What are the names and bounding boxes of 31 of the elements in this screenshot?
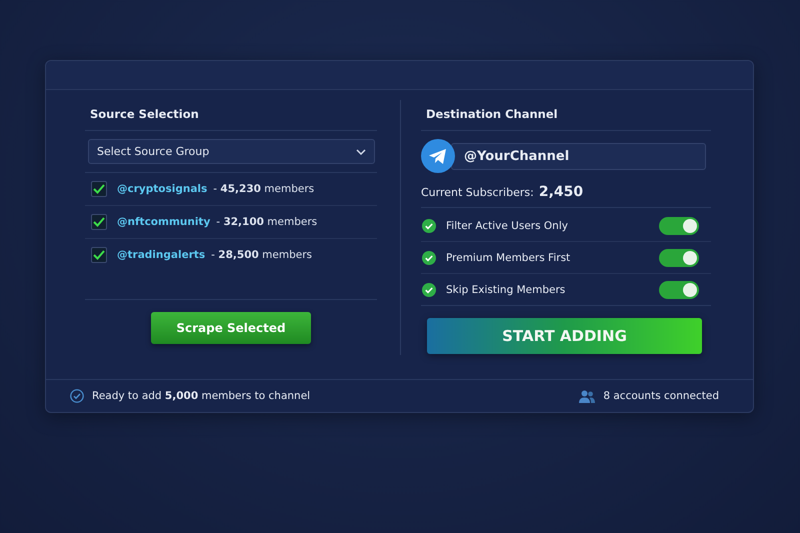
subscribers-count: 2,450 [538,184,584,200]
section-title: Destination Channel [421,90,711,131]
option-label: Skip Existing Members [446,284,566,296]
check-circle-icon [422,282,436,296]
channel-field[interactable]: @YourChannel [451,142,706,170]
section-title: Source Selection [85,90,377,131]
group-handle: @cryptosignals [117,183,208,195]
chevron-down-icon [356,148,366,154]
paper-plane-icon [421,139,455,173]
group-handle: @tradingalerts [117,249,206,261]
checkbox[interactable] [91,214,107,230]
toggle-switch[interactable] [659,280,699,298]
option-label: Filter Active Users Only [446,220,569,232]
accounts-status: 8 accounts connected [603,390,719,402]
status-message: Ready to add 5,000 members to channel [92,390,310,402]
checkbox[interactable] [91,181,107,197]
check-circle-icon [70,389,84,403]
checkbox[interactable] [91,247,107,263]
toggle-switch[interactable] [659,248,699,266]
start-adding-button[interactable]: START ADDING [427,318,702,354]
check-circle-icon [422,250,436,264]
group-handle: @nftcommunity [117,216,210,228]
check-circle-icon [422,218,436,232]
users-icon [579,390,596,402]
toggle-switch[interactable] [659,216,699,234]
member-count: - 28,500 members [211,249,312,261]
source-group-dropdown[interactable]: Select Source Group [88,139,375,164]
subscribers-label: Current Subscribers: [421,186,534,198]
option-label: Premium Members First [446,252,572,264]
member-count: - 45,230 members [213,183,314,195]
member-count: - 32,100 members [216,216,318,228]
